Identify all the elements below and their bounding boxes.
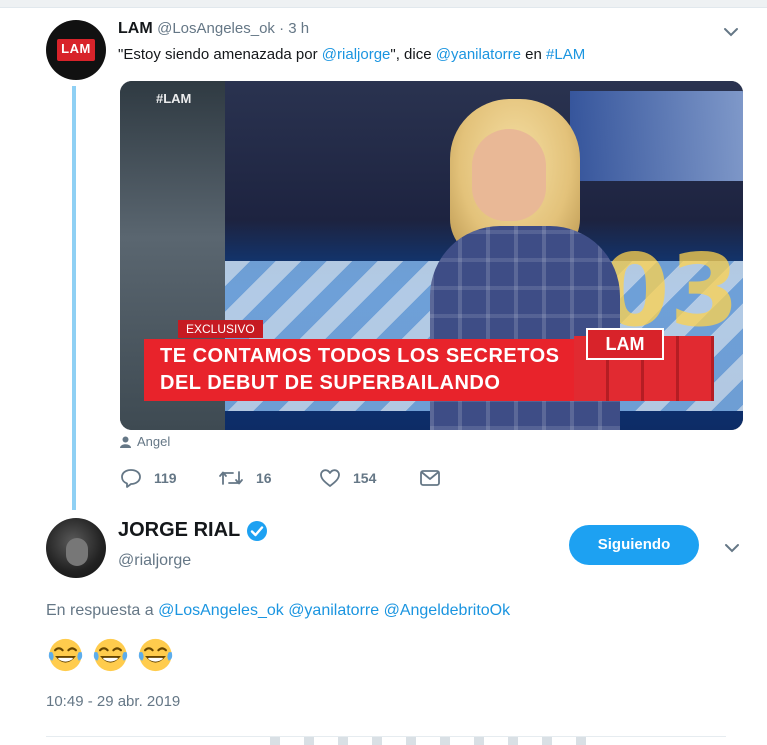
- lam-logo-text: LAM: [61, 41, 91, 56]
- hashtag-lam[interactable]: #LAM: [546, 46, 585, 63]
- chevron-down-icon[interactable]: [723, 26, 739, 38]
- media-channel-logo: LAM: [586, 328, 664, 360]
- retweet-icon: [219, 471, 243, 485]
- tweet1-text-pre: "Estoy siendo amenazada por: [118, 46, 322, 63]
- tweet1-media-image[interactable]: 03 #LAM EXCLUSIVO TE CONTAMOS TODOS LOS …: [120, 81, 743, 430]
- media-headline-line1: TE CONTAMOS TODOS LOS SECRETOS: [160, 345, 560, 367]
- reply-count: 119: [154, 470, 177, 486]
- mail-icon: [420, 470, 440, 486]
- retweet-button[interactable]: 16: [218, 468, 272, 488]
- cut-off-action-bar: [270, 737, 600, 745]
- media-studio-screen: [570, 91, 743, 181]
- tweet1-action-bar: 119 16 154: [120, 468, 480, 492]
- reply-context: En respuesta a @LosAngeles_ok @yanilator…: [46, 602, 510, 620]
- crying-laughing-emoji: [48, 638, 83, 672]
- jorge-rial-avatar[interactable]: [46, 518, 106, 578]
- media-headline: TE CONTAMOS TODOS LOS SECRETOS DEL DEBUT…: [160, 343, 580, 397]
- media-credit-name[interactable]: Angel: [137, 434, 170, 449]
- media-person-face: [472, 129, 546, 221]
- media-exclusive-tag: EXCLUSIVO: [178, 320, 263, 338]
- thread-line: [72, 86, 76, 510]
- mention-rialjorge[interactable]: @rialjorge: [322, 46, 391, 63]
- reply-button[interactable]: 119: [120, 468, 177, 488]
- user-icon: [120, 436, 131, 448]
- media-headline-line2: DEL DEBUT DE SUPERBAILANDO: [160, 372, 501, 394]
- crying-laughing-emoji: [138, 638, 173, 672]
- media-watermark: #LAM: [156, 91, 192, 106]
- reply-prefix: En respuesta a: [46, 602, 154, 619]
- like-count: 154: [353, 470, 377, 486]
- reply-icon: [121, 469, 141, 488]
- tweet2-handle[interactable]: @rialjorge: [118, 552, 191, 570]
- chevron-down-icon[interactable]: [724, 542, 740, 554]
- tweet1-author-name[interactable]: LAM: [118, 20, 153, 37]
- retweet-count: 16: [256, 470, 272, 486]
- tweet2-author-name[interactable]: JORGE RIAL: [118, 519, 240, 542]
- tweet1-text: "Estoy siendo amenazada por @rialjorge",…: [118, 46, 585, 63]
- tweet2-author: JORGE RIAL: [118, 519, 268, 542]
- heart-icon: [320, 469, 340, 487]
- crying-laughing-emoji: [93, 638, 128, 672]
- tweet1-header: LAM @LosAngeles_ok · 3 h: [118, 20, 309, 38]
- following-button[interactable]: Siguiendo: [569, 525, 699, 565]
- top-strip: [0, 0, 767, 8]
- media-credit: Angel: [120, 434, 170, 449]
- like-button[interactable]: 154: [319, 468, 376, 488]
- reply-mention-losangeles[interactable]: @LosAngeles_ok: [158, 602, 284, 619]
- tweet2-text: [46, 636, 175, 674]
- tweet1-handle-time[interactable]: @LosAngeles_ok · 3 h: [157, 20, 309, 37]
- lam-avatar[interactable]: LAM: [46, 20, 106, 80]
- tweet1-text-mid: ", dice: [390, 46, 436, 63]
- direct-message-button[interactable]: [419, 468, 441, 488]
- tweet2-timestamp[interactable]: 10:49 - 29 abr. 2019: [46, 693, 180, 710]
- mention-yanilatorre[interactable]: @yanilatorre: [436, 46, 521, 63]
- verified-badge-icon: [247, 520, 268, 541]
- avatar-figure: [66, 538, 88, 566]
- reply-mention-yanilatorre[interactable]: @yanilatorre: [288, 602, 379, 619]
- tweet1-text-mid2: en: [521, 46, 547, 63]
- reply-mention-angeldebrito[interactable]: @AngeldebritoOk: [384, 602, 511, 619]
